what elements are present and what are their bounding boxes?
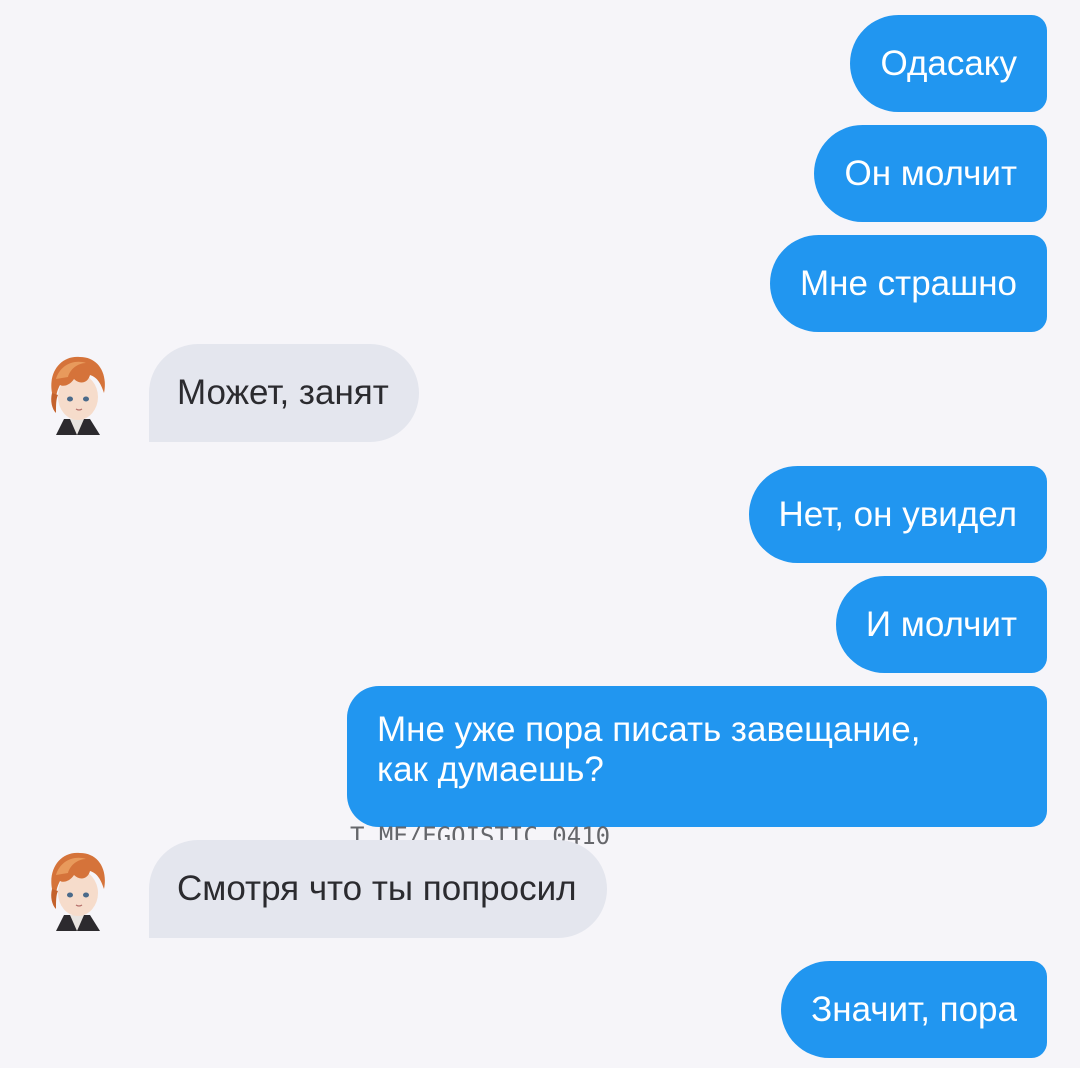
message-bubble-outgoing[interactable]: Он молчит bbox=[814, 125, 1047, 222]
avatar[interactable] bbox=[34, 349, 120, 435]
message-text-line: как думаешь? bbox=[377, 750, 604, 789]
message-text: Смотря что ты попросил bbox=[177, 869, 577, 908]
message-text: Может, занят bbox=[177, 373, 389, 412]
message-text-line: Мне уже пора писать завещание, bbox=[377, 710, 921, 749]
message-bubble-outgoing[interactable]: Мне страшно bbox=[769, 235, 1047, 332]
message-bubble-incoming[interactable]: Смотря что ты попросил bbox=[149, 840, 607, 938]
message-text: Одасаку bbox=[880, 44, 1017, 83]
message-text: Он молчит bbox=[844, 154, 1017, 193]
message-text: Мне страшно bbox=[799, 264, 1017, 303]
message-bubble-incoming[interactable]: Может, занят bbox=[149, 344, 419, 442]
message-text: Нет, он увидел bbox=[778, 495, 1018, 534]
message-bubble-outgoing[interactable]: И молчит bbox=[835, 576, 1047, 673]
avatar[interactable] bbox=[34, 845, 120, 931]
message-text: И молчит bbox=[865, 605, 1017, 644]
message-text: Значит, пора bbox=[811, 990, 1017, 1029]
avatar-icon bbox=[34, 845, 120, 931]
message-bubble-outgoing[interactable]: Значит, пора bbox=[781, 961, 1047, 1058]
message-bubble-outgoing[interactable]: Одасаку bbox=[850, 15, 1047, 112]
message-bubble-outgoing[interactable]: Нет, он увидел bbox=[748, 466, 1047, 563]
avatar-icon bbox=[34, 349, 120, 435]
message-bubble-outgoing[interactable]: Мне уже пора писать завещание, как думае… bbox=[347, 686, 1047, 827]
